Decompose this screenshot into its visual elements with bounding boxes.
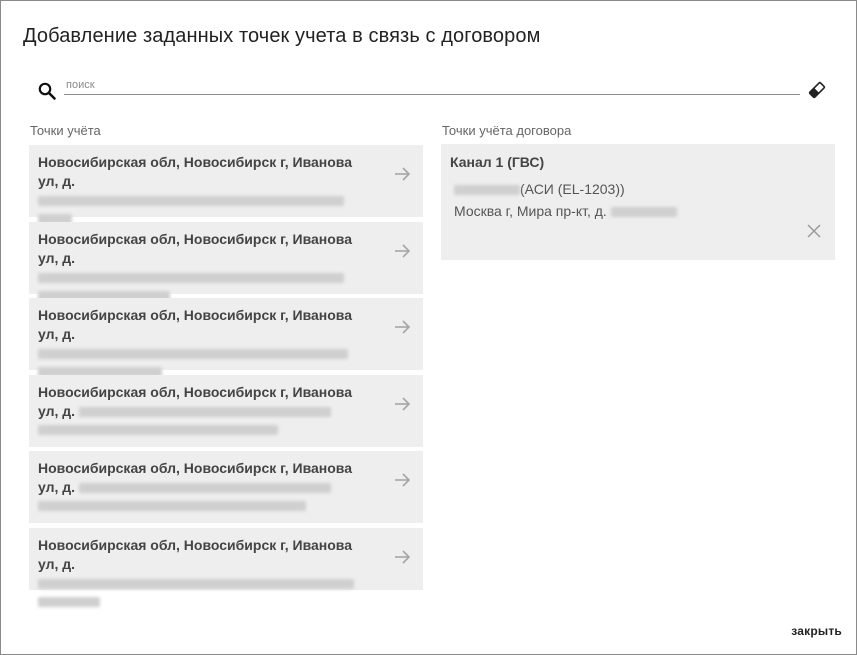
- point-address: Новосибирская обл, Новосибирск г, Иванов…: [38, 459, 363, 511]
- redacted-text: [454, 185, 520, 196]
- eraser-icon[interactable]: [807, 80, 827, 100]
- point-item[interactable]: Новосибирская обл, Новосибирск г, Иванов…: [29, 527, 423, 607]
- arrow-right-icon[interactable]: [393, 242, 411, 260]
- redacted-text: [78, 406, 331, 417]
- dialog: Добавление заданных точек учета в связь …: [0, 0, 857, 655]
- redacted-text: [38, 272, 344, 283]
- channel-title: Канал 1 (ГВС): [450, 154, 545, 170]
- arrow-right-icon[interactable]: [393, 318, 411, 336]
- redacted-text: [38, 349, 348, 360]
- point-address: Новосибирская обл, Новосибирск г, Иванов…: [38, 230, 363, 301]
- point-item[interactable]: Новосибирская обл, Новосибирск г, Иванов…: [29, 221, 423, 301]
- search-input[interactable]: [64, 77, 800, 95]
- point-address: Новосибирская обл, Новосибирск г, Иванов…: [38, 383, 363, 435]
- redacted-text: [38, 501, 306, 511]
- point-item[interactable]: Новосибирская обл, Новосибирск г, Иванов…: [29, 374, 423, 447]
- channel-device: (АСИ (EL-1203)): [454, 181, 826, 197]
- points-label: Точки учёта: [30, 123, 101, 138]
- close-button[interactable]: закрыть: [791, 624, 842, 638]
- close-icon[interactable]: [807, 224, 821, 238]
- redacted-text: [78, 483, 331, 494]
- point-address: Новосибирская обл, Новосибирск г, Иванов…: [38, 153, 363, 224]
- search-icon: [38, 82, 56, 100]
- contract-points-label: Точки учёта договора: [442, 123, 572, 138]
- search-row: [37, 77, 829, 103]
- point-item[interactable]: Новосибирская обл, Новосибирск г, Иванов…: [29, 145, 423, 224]
- arrow-right-icon[interactable]: [393, 165, 411, 183]
- redacted-text: [38, 196, 344, 207]
- point-item[interactable]: Новосибирская обл, Новосибирск г, Иванов…: [29, 451, 423, 523]
- arrow-right-icon[interactable]: [393, 395, 411, 413]
- arrow-right-icon[interactable]: [393, 471, 411, 489]
- contract-point-item: Канал 1 (ГВС) (АСИ (EL-1203)) Москва г, …: [441, 144, 835, 260]
- redacted-text: [38, 424, 278, 435]
- dialog-title: Добавление заданных точек учета в связь …: [23, 25, 541, 47]
- point-address: Новосибирская обл, Новосибирск г, Иванов…: [38, 536, 363, 607]
- redacted-text: [38, 596, 100, 607]
- contract-points-list: Канал 1 (ГВС) (АСИ (EL-1203)) Москва г, …: [441, 144, 835, 260]
- point-item[interactable]: Новосибирская обл, Новосибирск г, Иванов…: [29, 298, 423, 377]
- arrow-right-icon[interactable]: [393, 548, 411, 566]
- channel-address: Москва г, Мира пр-кт, д.: [454, 203, 826, 219]
- redacted-text: [610, 207, 677, 218]
- redacted-text: [38, 578, 354, 589]
- points-list: Новосибирская обл, Новосибирск г, Иванов…: [29, 145, 423, 607]
- point-address: Новосибирская обл, Новосибирск г, Иванов…: [38, 306, 363, 377]
